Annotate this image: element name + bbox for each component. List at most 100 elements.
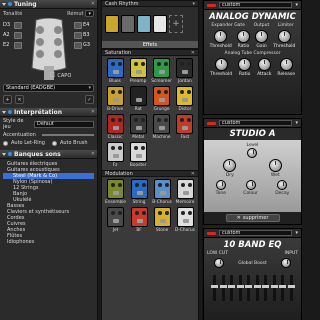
pedal-screamer[interactable]: Screamer xyxy=(151,58,172,84)
peg-stepper[interactable] xyxy=(14,21,22,29)
close-icon[interactable]: ✕ xyxy=(91,151,95,157)
eq-band-slider[interactable] xyxy=(262,275,269,301)
knob[interactable]: Release xyxy=(277,58,295,77)
preset-select[interactable]: custom xyxy=(219,2,293,8)
close-icon[interactable]: ✕ xyxy=(91,1,95,7)
knob[interactable]: Ratio xyxy=(236,30,250,49)
power-led-icon[interactable] xyxy=(207,3,216,7)
knob[interactable]: Decay xyxy=(275,180,289,196)
knob[interactable]: Ratio xyxy=(238,58,252,77)
chain-slot[interactable] xyxy=(105,15,119,33)
knob[interactable] xyxy=(214,258,225,268)
eq-band-slider[interactable] xyxy=(287,275,295,301)
remut-select[interactable]: ▾ xyxy=(85,10,94,17)
add-effect-icon[interactable]: + xyxy=(169,15,183,33)
knob[interactable]: Threshold xyxy=(210,58,232,77)
pedal-label: Rat xyxy=(134,107,142,112)
pedal-booster[interactable]: Booster xyxy=(128,142,148,168)
chain-slot[interactable] xyxy=(121,15,135,33)
unit-title: ANALOG DYNAMIC xyxy=(209,12,296,22)
auto-brush-checkbox[interactable] xyxy=(51,140,57,146)
pedal-stone[interactable]: Stone xyxy=(152,207,172,233)
add-icon[interactable]: + xyxy=(3,95,12,104)
accentuation-slider[interactable] xyxy=(41,134,94,136)
pedal-blues[interactable]: Blues xyxy=(105,58,125,84)
close-icon[interactable]: ✕ xyxy=(191,171,195,177)
pedal-d-chorus[interactable]: D-Chorus xyxy=(175,207,195,233)
chevron-down-icon[interactable]: ▾ xyxy=(295,230,298,236)
chain-slot[interactable] xyxy=(137,15,151,33)
pedal-memoire[interactable]: Memoire xyxy=(175,179,195,205)
delete-button[interactable]: ✕ supprimer xyxy=(225,214,280,222)
pedal-icon xyxy=(176,58,194,78)
close-icon[interactable]: ✕ xyxy=(91,109,95,115)
pedal-fast[interactable]: Fast xyxy=(175,114,195,140)
chain-slot[interactable] xyxy=(153,15,167,33)
collapse-arrow-icon[interactable] xyxy=(2,2,6,6)
pedal-machine[interactable]: Machine xyxy=(151,114,172,140)
eq-band-slider[interactable] xyxy=(236,275,244,301)
close-icon[interactable]: ✕ xyxy=(191,50,195,56)
pedal-jordan[interactable]: Jordan xyxy=(175,58,195,84)
peg-stepper[interactable] xyxy=(14,41,22,49)
remove-icon[interactable]: ✕ xyxy=(15,95,24,104)
tab-effects[interactable]: Effets xyxy=(102,41,198,48)
style-select[interactable]: Défaut xyxy=(34,120,94,128)
eq-band-slider[interactable] xyxy=(245,275,252,301)
eq-band-slider[interactable] xyxy=(253,275,261,301)
peg-stepper[interactable] xyxy=(74,31,82,39)
confirm-icon[interactable]: ✓ xyxy=(85,95,94,104)
capo-checkbox[interactable]: ☐ xyxy=(50,72,55,79)
eq-band-slider[interactable] xyxy=(211,275,218,301)
pedal-icon xyxy=(153,179,171,199)
modulation-header[interactable]: Modulation ✕ xyxy=(102,170,198,177)
pedal-fz[interactable]: Fz xyxy=(105,142,125,168)
chain-header[interactable]: Cash Rhythm ▾ xyxy=(102,0,198,7)
pedal-grunge[interactable]: Grunge xyxy=(151,86,172,112)
peg-stepper[interactable] xyxy=(74,21,82,29)
preset-select[interactable]: custom xyxy=(219,230,293,236)
knob[interactable]: Threshold xyxy=(210,30,232,49)
saturation-header[interactable]: Saturation ✕ xyxy=(102,49,198,56)
pedal-classic[interactable]: Classic xyxy=(105,114,125,140)
pedal-metal[interactable]: Metal xyxy=(128,114,148,140)
knob[interactable]: Wet xyxy=(268,159,282,178)
pedal-string[interactable]: String xyxy=(129,179,149,205)
knob[interactable]: Colour xyxy=(243,180,258,196)
pedal-b-drive[interactable]: B-Drive xyxy=(105,86,125,112)
capo-control[interactable]: ☐ CAPO xyxy=(50,72,71,79)
interpretation-header[interactable]: Interprétation ✕ xyxy=(0,108,97,117)
power-led-icon[interactable] xyxy=(207,231,216,235)
knob[interactable]: Tone xyxy=(216,180,226,196)
knob[interactable]: Attack xyxy=(257,58,271,77)
preset-select[interactable]: custom xyxy=(219,120,293,126)
bank-item[interactable]: Idiophones xyxy=(3,239,94,245)
knob[interactable]: Dry xyxy=(223,159,237,178)
eq-band-slider[interactable] xyxy=(228,275,235,301)
pedal-preamp[interactable]: Preamp xyxy=(128,58,148,84)
collapse-arrow-icon[interactable] xyxy=(2,110,6,114)
pedal-ensemble[interactable]: Ensemble xyxy=(105,179,126,205)
auto-let-ring-checkbox[interactable] xyxy=(3,140,8,146)
knob[interactable]: Threshold xyxy=(273,30,295,49)
pedal-b-chorus[interactable]: B-Chorus xyxy=(152,179,172,205)
peg-stepper[interactable] xyxy=(14,31,22,39)
eq-band-slider[interactable] xyxy=(279,275,286,301)
power-led-icon[interactable] xyxy=(207,121,216,125)
knob[interactable] xyxy=(280,258,291,268)
banks-header[interactable]: Banques sons ✕ xyxy=(0,150,97,159)
pedal-distor[interactable]: Distor xyxy=(175,86,195,112)
eq-band-slider[interactable] xyxy=(219,275,227,301)
pedal-bf[interactable]: BF xyxy=(129,207,149,233)
knob[interactable]: Level xyxy=(247,142,258,158)
tuning-header[interactable]: Tuning ✕ xyxy=(0,0,97,9)
peg-stepper[interactable] xyxy=(74,41,82,49)
chevron-down-icon[interactable]: ▾ xyxy=(295,2,298,8)
pedal-rat[interactable]: Rat xyxy=(128,86,148,112)
eq-band-slider[interactable] xyxy=(270,275,278,301)
pedal-jet[interactable]: Jet xyxy=(105,207,126,233)
knob[interactable]: Gain xyxy=(255,30,269,49)
tuning-preset-select[interactable]: Standard (EADGBE) ▾ xyxy=(3,84,94,92)
chevron-down-icon[interactable]: ▾ xyxy=(295,120,298,126)
collapse-arrow-icon[interactable] xyxy=(2,152,6,156)
